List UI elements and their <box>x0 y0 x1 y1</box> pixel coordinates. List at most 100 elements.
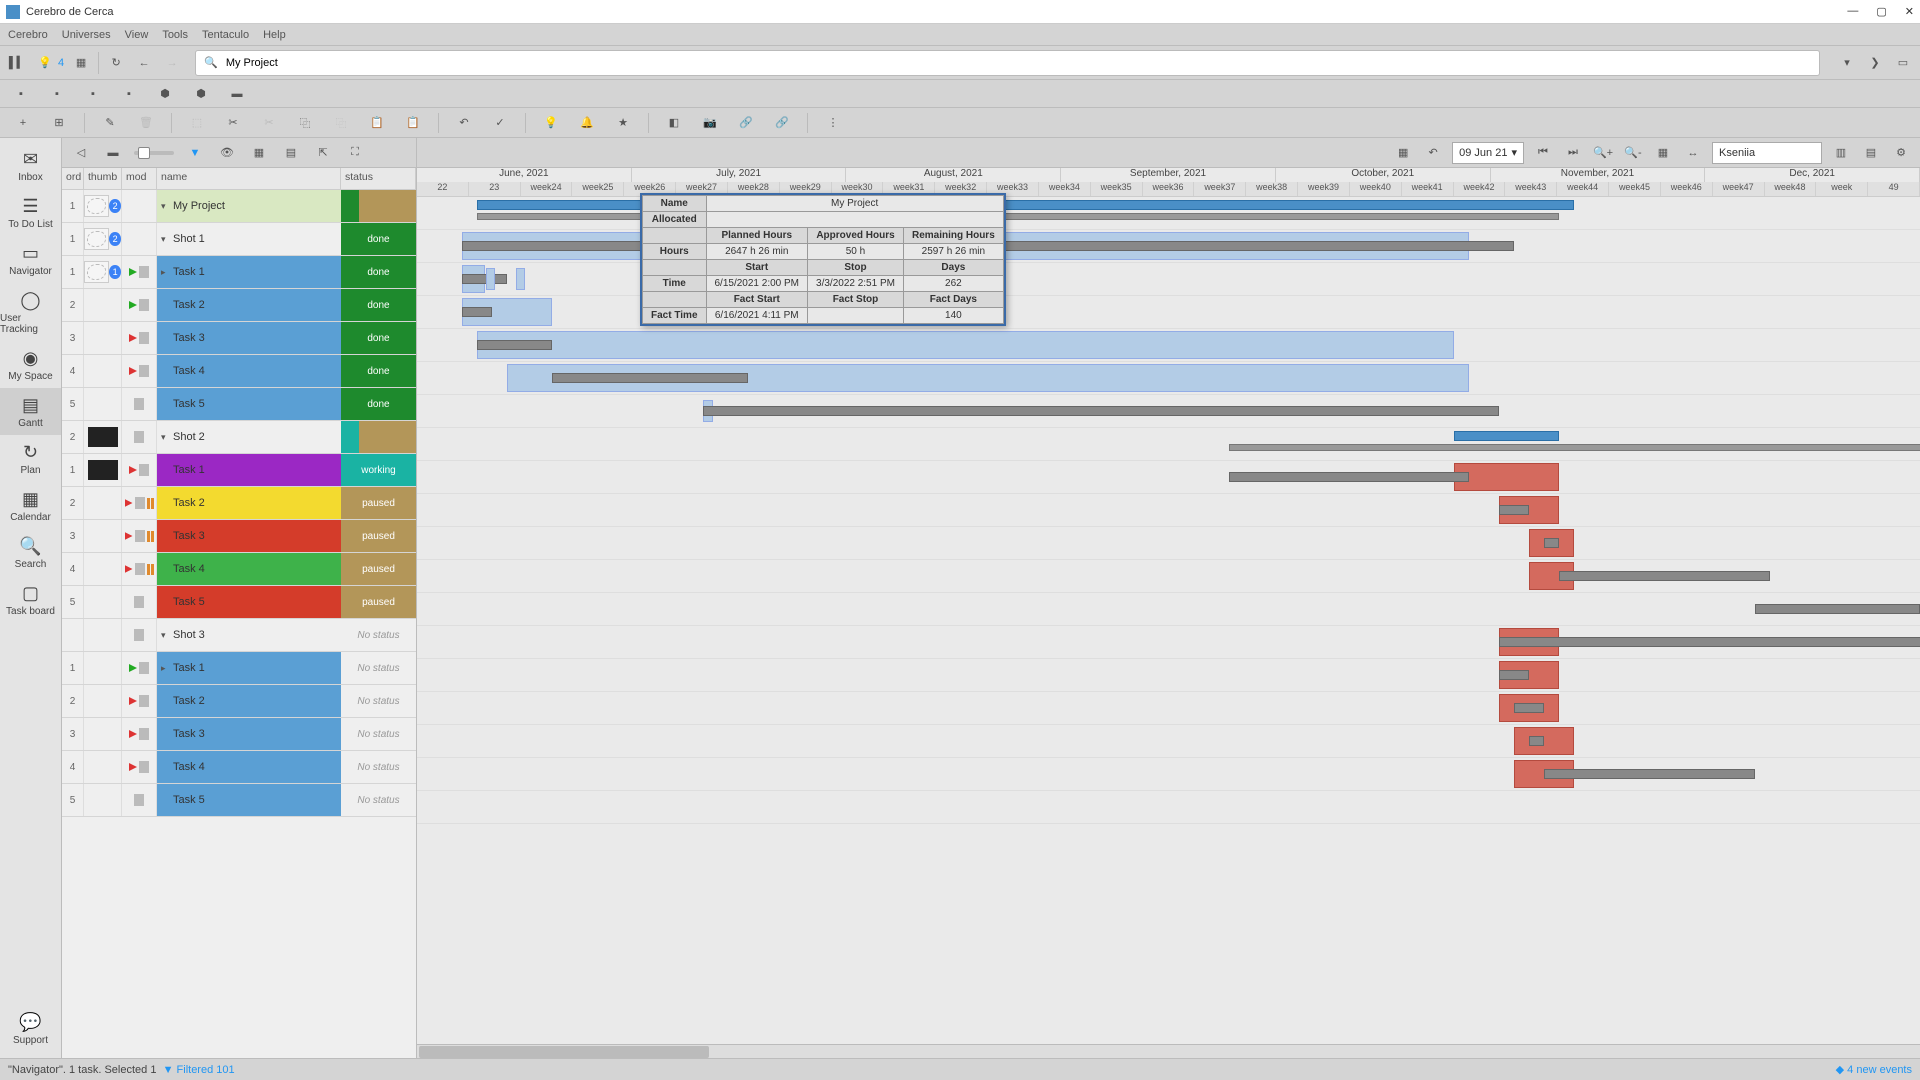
gantt-bar[interactable] <box>703 406 1500 416</box>
forward-icon[interactable]: → <box>161 52 183 74</box>
paste2-icon[interactable]: 📋 <box>402 112 424 134</box>
gantt-bar[interactable] <box>1499 505 1529 515</box>
undo-icon[interactable]: ↶ <box>453 112 475 134</box>
gantt-last-icon[interactable]: ⏭ <box>1562 142 1584 164</box>
menu-help[interactable]: Help <box>263 29 286 41</box>
gantt-row[interactable] <box>417 626 1920 659</box>
paste-icon[interactable]: 📋 <box>366 112 388 134</box>
task-row[interactable]: 1 2 ▾Shot 1 done <box>62 223 416 256</box>
gantt-row[interactable] <box>417 791 1920 824</box>
gantt-bar[interactable] <box>1755 604 1920 614</box>
zoom-slider[interactable] <box>134 151 174 155</box>
unlink-icon[interactable]: 🔗 <box>771 112 793 134</box>
delete-icon[interactable]: 🗑 <box>135 112 157 134</box>
gantt-hscroll[interactable] <box>417 1044 1920 1058</box>
nav-calendar[interactable]: ▦Calendar <box>0 482 61 529</box>
task-row[interactable]: 3 Task 3 paused <box>62 520 416 553</box>
import-icon[interactable]: ▪ <box>118 83 140 105</box>
gantt-bars-icon[interactable]: ▥ <box>1830 142 1852 164</box>
move-icon[interactable]: ⬚ <box>186 112 208 134</box>
panel-toggle-icon[interactable]: ▌▍ <box>6 52 28 74</box>
bell-icon[interactable]: 🔔 <box>576 112 598 134</box>
expand-icon[interactable]: ⛶ <box>344 142 366 164</box>
eye-icon[interactable]: 👁 <box>216 142 238 164</box>
gantt-zoomout-icon[interactable]: 🔍- <box>1622 142 1644 164</box>
gantt-bar[interactable] <box>1514 727 1574 755</box>
cut-icon[interactable]: ✂ <box>222 112 244 134</box>
task-row[interactable]: 1 2 ▾My Project <box>62 190 416 223</box>
cut2-icon[interactable]: ✂ <box>258 112 280 134</box>
gantt-bar[interactable] <box>1544 538 1559 548</box>
task-row[interactable]: 4 Task 4 done <box>62 355 416 388</box>
collapse-left-icon[interactable]: ◁ <box>70 142 92 164</box>
col-mod[interactable]: mod <box>122 168 157 189</box>
gantt-row[interactable] <box>417 725 1920 758</box>
task-list[interactable]: 1 2 ▾My Project 1 2 ▾Shot 1 done1 1 ▸Tas… <box>62 190 416 1058</box>
filter-icon[interactable]: ▼ <box>184 142 206 164</box>
menu-view[interactable]: View <box>125 29 149 41</box>
gantt-bar[interactable] <box>1499 637 1920 647</box>
task-row[interactable]: 4 Task 4 No status <box>62 751 416 784</box>
task-row[interactable]: 1 ▸Task 1 No status <box>62 652 416 685</box>
task-row[interactable]: 2 Task 2 paused <box>62 487 416 520</box>
gantt-row[interactable] <box>417 593 1920 626</box>
task-row[interactable]: 2 ▾Shot 2 <box>62 421 416 454</box>
tag-icon[interactable]: ◧ <box>663 112 685 134</box>
task-row[interactable]: ▾Shot 3 No status <box>62 619 416 652</box>
gantt-zoomin-icon[interactable]: 🔍+ <box>1592 142 1614 164</box>
dropdown-icon[interactable]: ▾ <box>1836 52 1858 74</box>
gantt-today-icon[interactable]: ▦ <box>1652 142 1674 164</box>
gantt-bar[interactable] <box>552 373 747 383</box>
col-status[interactable]: status <box>341 168 416 189</box>
col-thumb[interactable]: thumb <box>84 168 122 189</box>
nav-search[interactable]: 🔍Search <box>0 529 61 576</box>
task-row[interactable]: 5 Task 5 paused <box>62 586 416 619</box>
nav-navigator[interactable]: ▭Navigator <box>0 236 61 283</box>
gantt-bar[interactable] <box>477 331 1454 359</box>
gantt-undo-icon[interactable]: ↶ <box>1422 142 1444 164</box>
gantt-row[interactable] <box>417 494 1920 527</box>
collapse-icon[interactable]: ⇱ <box>312 142 334 164</box>
nav-my-space[interactable]: ◉My Space <box>0 341 61 388</box>
gantt-bar[interactable] <box>1544 769 1754 779</box>
gantt-bar[interactable] <box>1229 444 1920 451</box>
gantt-row[interactable] <box>417 527 1920 560</box>
task-row[interactable]: 1 Task 1 working <box>62 454 416 487</box>
gantt-user-select[interactable]: Kseniia <box>1712 142 1822 164</box>
cube2-icon[interactable]: ⬢ <box>190 83 212 105</box>
back-icon[interactable]: ← <box>133 52 155 74</box>
gantt-bar[interactable] <box>1559 571 1769 581</box>
refresh-icon[interactable]: ↻ <box>105 52 127 74</box>
gantt-bar[interactable] <box>1454 463 1559 491</box>
nav-task-board[interactable]: ▢Task board <box>0 576 61 623</box>
nav-inbox[interactable]: ✉Inbox <box>0 142 61 189</box>
gantt-row[interactable] <box>417 659 1920 692</box>
task-row[interactable]: 3 Task 3 No status <box>62 718 416 751</box>
gantt-row[interactable] <box>417 461 1920 494</box>
edit-icon[interactable]: ✎ <box>99 112 121 134</box>
link-icon[interactable]: 🔗 <box>735 112 757 134</box>
grid-icon[interactable]: ▦ <box>70 52 92 74</box>
camera-icon[interactable]: 📷 <box>699 112 721 134</box>
add-icon[interactable]: + <box>12 112 34 134</box>
save-as-icon[interactable]: ▪ <box>46 83 68 105</box>
gantt-row[interactable] <box>417 560 1920 593</box>
gantt-row[interactable] <box>417 329 1920 362</box>
gantt-row[interactable] <box>417 758 1920 791</box>
save-icon[interactable]: ▪ <box>10 83 32 105</box>
menu-cerebro[interactable]: Cerebro <box>8 29 48 41</box>
gantt-first-icon[interactable]: ⏮ <box>1532 142 1554 164</box>
gantt-bar[interactable] <box>1514 703 1544 713</box>
gantt-row[interactable] <box>417 395 1920 428</box>
gantt-settings-icon[interactable]: ⚙ <box>1890 142 1912 164</box>
cube-icon[interactable]: ⬢ <box>154 83 176 105</box>
view-mode-icon[interactable]: ▬ <box>102 142 124 164</box>
task-row[interactable]: 3 Task 3 done <box>62 322 416 355</box>
maximize-button[interactable]: ▢ <box>1876 5 1886 18</box>
next-icon[interactable]: ❯ <box>1864 52 1886 74</box>
col-name[interactable]: name <box>157 168 341 189</box>
gantt-bar[interactable] <box>462 274 507 284</box>
nav-user-tracking[interactable]: ◯User Tracking <box>0 283 61 341</box>
task-row[interactable]: 2 Task 2 No status <box>62 685 416 718</box>
gantt-bar[interactable] <box>1499 670 1529 680</box>
